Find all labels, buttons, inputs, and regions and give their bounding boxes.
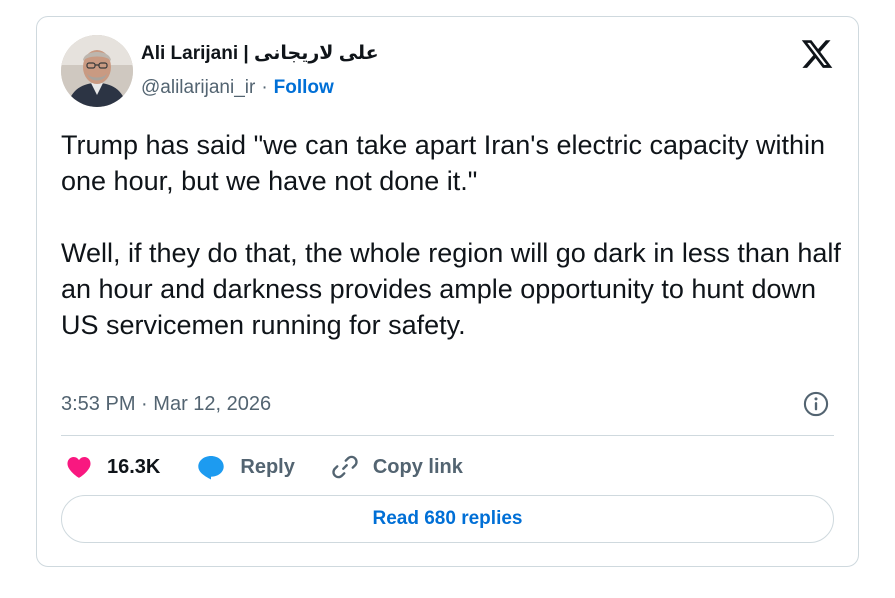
meta-separator: ·: [141, 393, 148, 415]
tweet-embed-card: Ali Larijani | علی لاریجانی @alilarijani…: [36, 16, 859, 567]
copy-link-button[interactable]: Copy link: [331, 453, 463, 481]
handle-separator: ·: [261, 77, 268, 98]
follow-button[interactable]: Follow: [274, 77, 334, 99]
link-icon: [332, 455, 358, 479]
tweet-timestamp[interactable]: 3:53 PM · Mar 12, 2026: [61, 393, 271, 416]
avatar[interactable]: [61, 35, 133, 107]
author-name[interactable]: Ali Larijani | علی لاریجانی: [141, 42, 379, 65]
tweet-text: Trump has said "we can take apart Iran's…: [61, 127, 841, 343]
like-button[interactable]: 16.3K: [65, 453, 160, 481]
author-handle-row: @alilarijani_ir · Follow: [141, 77, 334, 99]
author-handle[interactable]: @alilarijani_ir: [141, 77, 255, 99]
tweet-paragraph: Well, if they do that, the whole region …: [61, 238, 841, 340]
reply-label: Reply: [240, 455, 295, 478]
copy-link-label: Copy link: [372, 455, 463, 478]
reply-button[interactable]: Reply: [196, 453, 295, 481]
divider: [61, 435, 834, 436]
tweet-date: Mar 12, 2026: [153, 393, 272, 415]
reply-bubble-icon: [198, 456, 225, 480]
heart-icon: [67, 456, 91, 478]
read-replies-button[interactable]: Read 680 replies: [61, 495, 834, 543]
info-icon[interactable]: [802, 390, 830, 418]
x-logo-icon[interactable]: [800, 37, 834, 71]
like-count: 16.3K: [107, 455, 161, 478]
action-bar: 16.3K Reply Copy link: [65, 451, 499, 483]
tweet-time: 3:53 PM: [61, 393, 136, 415]
tweet-paragraph: Trump has said "we can take apart Iran's…: [61, 130, 826, 196]
avatar-image: [61, 35, 133, 107]
